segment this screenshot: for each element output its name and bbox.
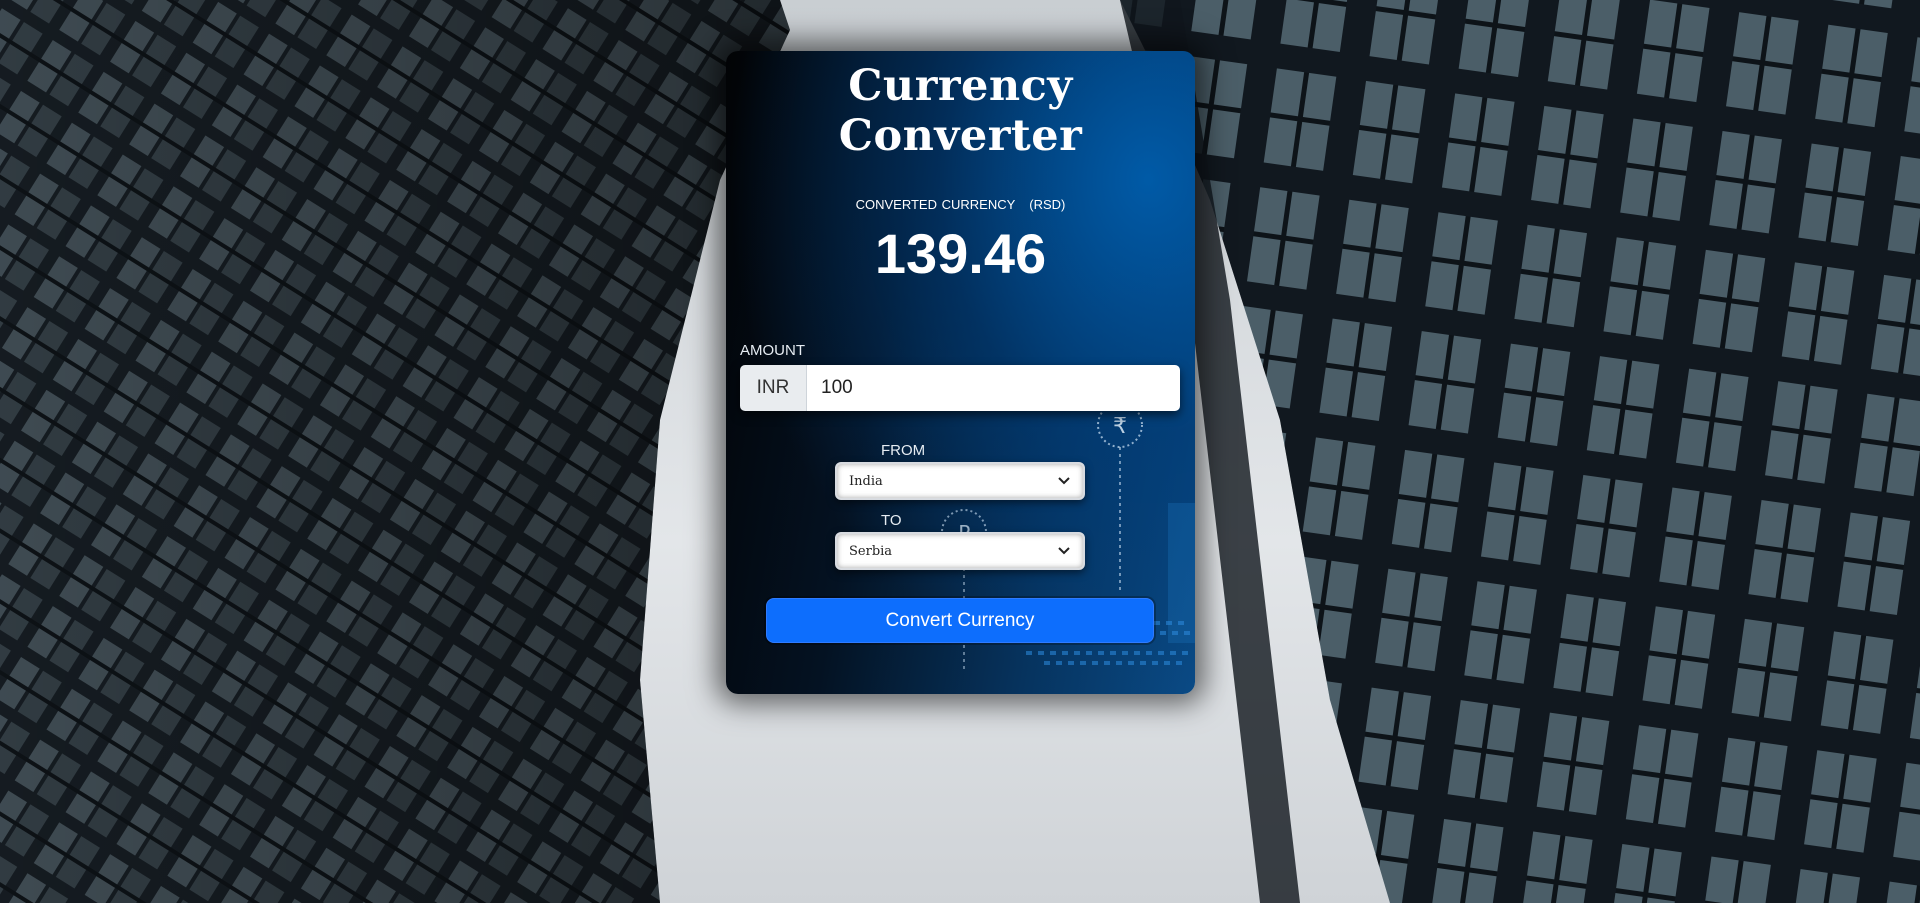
converted-currency-label: CONVERTED CURRENCY (RSD) bbox=[726, 197, 1195, 212]
amount-input[interactable] bbox=[807, 365, 1180, 411]
converter-card: ₹ ₽ Currency Converter CONVERTED CURRENC… bbox=[726, 51, 1195, 694]
from-label: FROM bbox=[881, 442, 926, 459]
amount-label: AMOUNT bbox=[740, 342, 805, 359]
svg-text:₹: ₹ bbox=[1113, 414, 1127, 439]
chevron-down-icon bbox=[1058, 477, 1070, 485]
page-title: Currency Converter bbox=[838, 61, 1083, 161]
from-selected-value: India bbox=[849, 473, 883, 489]
converted-value: 139.46 bbox=[874, 222, 1047, 285]
chevron-down-icon bbox=[1058, 547, 1070, 555]
to-selected-value: Serbia bbox=[849, 543, 893, 559]
amount-currency-prefix: INR bbox=[740, 365, 807, 411]
from-country-select[interactable]: India bbox=[835, 462, 1085, 500]
converted-currency-code: (RSD) bbox=[1029, 197, 1066, 212]
to-label: TO bbox=[881, 512, 902, 529]
to-country-select[interactable]: Serbia bbox=[835, 532, 1085, 570]
convert-currency-button[interactable]: Convert Currency bbox=[766, 598, 1154, 643]
amount-input-group: INR bbox=[740, 365, 1180, 411]
converted-label-text: CONVERTED CURRENCY bbox=[855, 197, 1016, 212]
